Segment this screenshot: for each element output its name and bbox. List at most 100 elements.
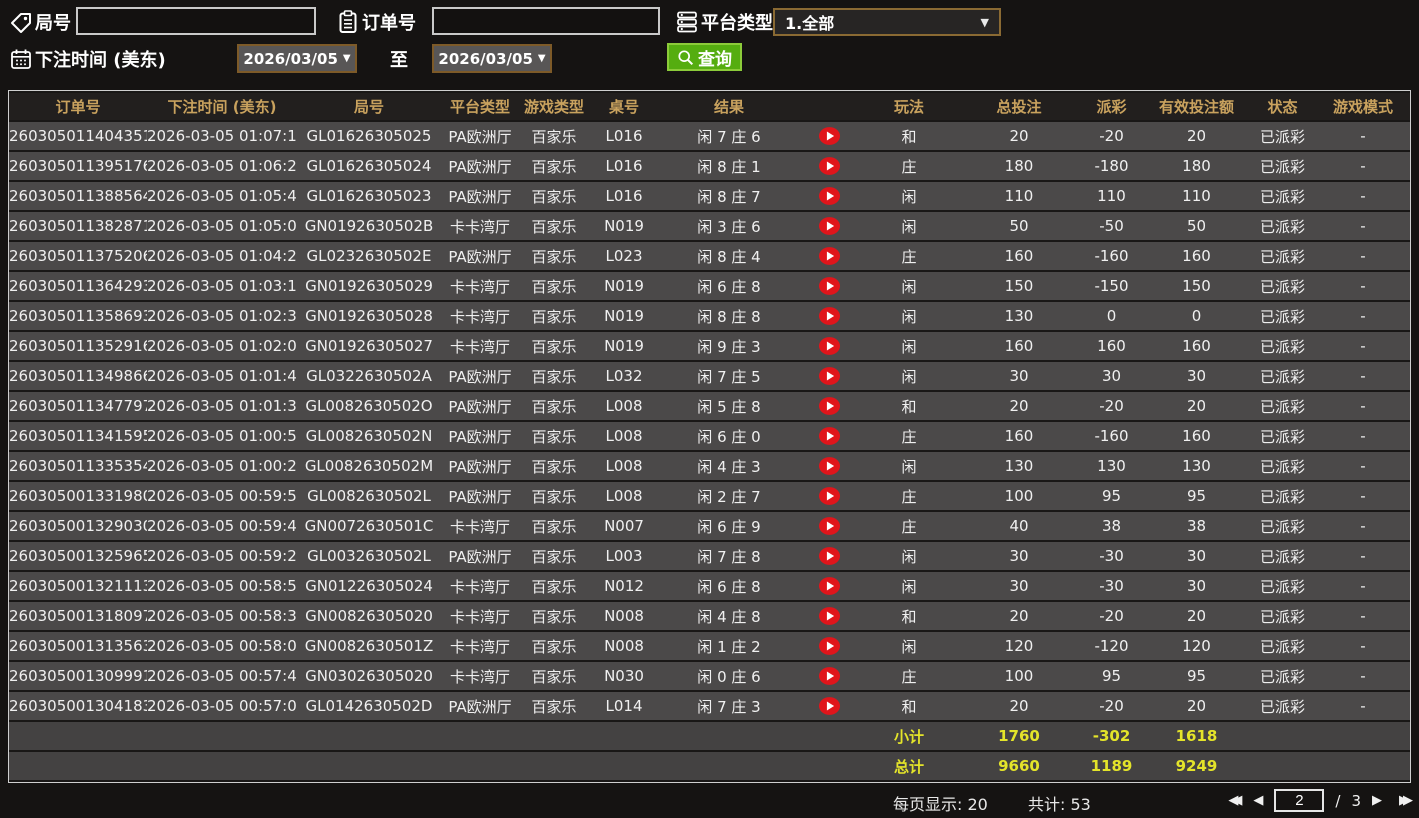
page-size-text: 每页显示: 20 (893, 795, 988, 814)
total-count-text: 共计: 53 (1028, 795, 1091, 814)
page-number-input[interactable] (1274, 789, 1325, 812)
play-video-icon[interactable] (818, 336, 841, 356)
cell-platform: 卡卡湾厅 (441, 632, 519, 660)
play-video-icon[interactable] (818, 696, 841, 716)
cell-payout: 110 (1079, 182, 1144, 210)
cell-game-type: 百家乐 (519, 512, 589, 540)
cell-status: 已派彩 (1249, 242, 1316, 270)
play-video-icon[interactable] (818, 456, 841, 476)
cell-result: 闲 1 庄 2 (659, 632, 799, 660)
cell-order-id: 260305001321113 (9, 572, 147, 600)
cell-platform: PA欧洲厅 (441, 542, 519, 570)
col-bet-time: 下注时间 (美东) (147, 93, 297, 120)
cell-game-mode: - (1316, 632, 1410, 660)
date-from-picker[interactable]: 2026/03/05 ▼ (237, 44, 357, 73)
date-to-picker[interactable]: 2026/03/05 ▼ (432, 44, 552, 73)
search-button[interactable]: 查询 (667, 43, 742, 71)
cell-payout: 0 (1079, 302, 1144, 330)
cell-replay (799, 692, 859, 720)
cell-play-type: 庄 (859, 482, 959, 510)
play-video-icon[interactable] (818, 516, 841, 536)
play-video-icon[interactable] (818, 576, 841, 596)
cell-status: 已派彩 (1249, 512, 1316, 540)
cell-order-id: 260305011335354 (9, 452, 147, 480)
cell-total-bet: 30 (959, 542, 1079, 570)
cell-replay (799, 452, 859, 480)
cell-replay (799, 242, 859, 270)
order-number-input[interactable] (432, 7, 660, 35)
play-video-icon[interactable] (818, 156, 841, 176)
cell-bet-time: 2026-03-05 00:58:05 (147, 632, 297, 660)
table-row: 260305011364293 2026-03-05 01:03:16 GN01… (9, 272, 1410, 300)
cell-payout: -180 (1079, 152, 1144, 180)
play-video-icon[interactable] (818, 636, 841, 656)
search-icon (677, 49, 694, 66)
round-number-label: 局号 (35, 13, 71, 34)
cell-play-type: 闲 (859, 572, 959, 600)
cell-total-bet: 120 (959, 632, 1079, 660)
play-video-icon[interactable] (818, 306, 841, 326)
cell-result: 闲 6 庄 9 (659, 512, 799, 540)
cell-replay (799, 572, 859, 600)
last-page-button[interactable]: ▶▶ (1393, 793, 1413, 808)
prev-page-button[interactable]: ◀ (1253, 793, 1263, 808)
play-video-icon[interactable] (818, 186, 841, 206)
play-video-icon[interactable] (818, 486, 841, 506)
cell-result: 闲 7 庄 3 (659, 692, 799, 720)
play-video-icon[interactable] (818, 246, 841, 266)
cell-result: 闲 6 庄 8 (659, 272, 799, 300)
cell-payout: 30 (1079, 362, 1144, 390)
cell-payout: 130 (1079, 452, 1144, 480)
play-video-icon[interactable] (818, 546, 841, 566)
cell-game-type: 百家乐 (519, 272, 589, 300)
bet-time-label: 下注时间 (美东) (35, 50, 166, 71)
cell-replay (799, 632, 859, 660)
cell-game-type: 百家乐 (519, 362, 589, 390)
grand-total-row: 总计 9660 1189 9249 (9, 752, 1410, 780)
cell-bet-time: 2026-03-05 00:58:35 (147, 602, 297, 630)
cell-result: 闲 0 庄 6 (659, 662, 799, 690)
col-payout: 派彩 (1079, 93, 1144, 120)
play-video-icon[interactable] (818, 276, 841, 296)
cell-bet-time: 2026-03-05 00:57:43 (147, 662, 297, 690)
cell-round-id: GN01226305024 (297, 572, 441, 600)
play-video-icon[interactable] (818, 366, 841, 386)
cell-status: 已派彩 (1249, 212, 1316, 240)
play-video-icon[interactable] (818, 606, 841, 626)
play-video-icon[interactable] (818, 216, 841, 236)
cell-total-bet: 20 (959, 692, 1079, 720)
cell-total-bet: 160 (959, 422, 1079, 450)
play-video-icon[interactable] (818, 666, 841, 686)
play-video-icon[interactable] (818, 396, 841, 416)
cell-play-type: 闲 (859, 362, 959, 390)
cell-round-id: GL01626305023 (297, 182, 441, 210)
col-game-mode: 游戏模式 (1316, 93, 1410, 120)
first-page-button[interactable]: ◀◀ (1228, 793, 1242, 808)
cell-valid-bet: 130 (1144, 452, 1249, 480)
next-page-button[interactable]: ▶ (1372, 793, 1382, 808)
cell-valid-bet: 160 (1144, 422, 1249, 450)
cell-game-type: 百家乐 (519, 632, 589, 660)
cell-result: 闲 4 庄 8 (659, 602, 799, 630)
table-row: 260305001304183 2026-03-05 00:57:09 GL01… (9, 692, 1410, 720)
platform-type-selected: 1.全部 (785, 14, 835, 33)
cell-total-bet: 40 (959, 512, 1079, 540)
cell-game-type: 百家乐 (519, 692, 589, 720)
cell-valid-bet: 120 (1144, 632, 1249, 660)
cell-replay (799, 122, 859, 150)
cell-bet-time: 2026-03-05 01:03:16 (147, 272, 297, 300)
cell-table-id: N008 (589, 602, 659, 630)
play-video-icon[interactable] (818, 426, 841, 446)
platform-type-select[interactable]: 1.全部 ▼ (773, 8, 1001, 36)
cell-status: 已派彩 (1249, 692, 1316, 720)
cell-game-type: 百家乐 (519, 332, 589, 360)
play-video-icon[interactable] (818, 126, 841, 146)
cell-total-bet: 20 (959, 392, 1079, 420)
cell-payout: -20 (1079, 692, 1144, 720)
round-number-input[interactable] (76, 7, 316, 35)
grand-total-label: 总计 (859, 752, 959, 780)
page-separator: / (1335, 791, 1341, 810)
cell-platform: PA欧洲厅 (441, 422, 519, 450)
cell-platform: PA欧洲厅 (441, 152, 519, 180)
table-body: 260305011404351 2026-03-05 01:07:17 GL01… (9, 122, 1410, 720)
